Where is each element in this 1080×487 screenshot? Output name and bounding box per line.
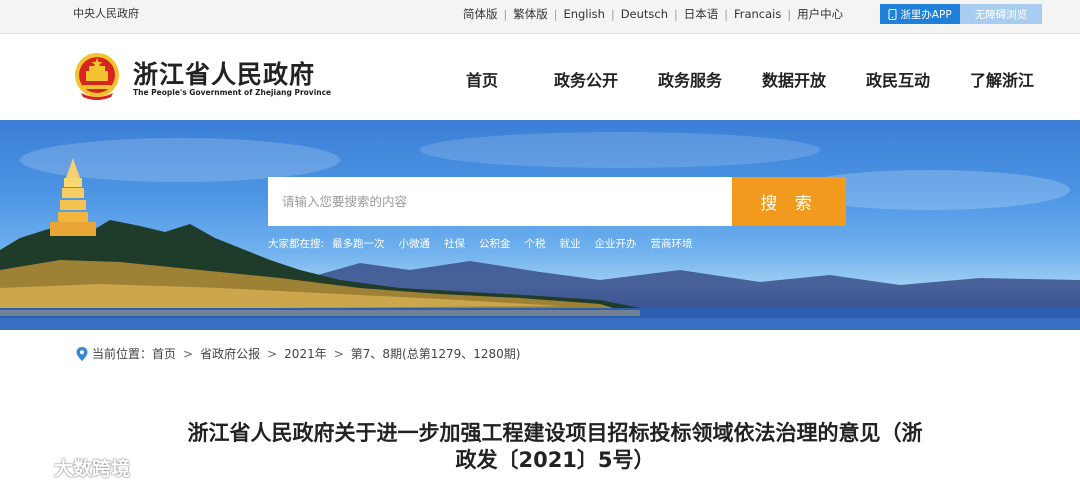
lang-english[interactable]: English [563,7,605,21]
nav-interaction[interactable]: 政民互动 [866,67,930,91]
breadcrumb-year[interactable]: 2021年 [284,345,327,362]
lang-traditional[interactable]: 繁体版 [513,6,548,22]
hot-search-link[interactable]: 就业 [560,236,581,251]
hot-search-link[interactable]: 企业开办 [595,236,637,251]
nav-about-zhejiang[interactable]: 了解浙江 [970,67,1034,91]
nav-government-affairs-disclosure[interactable]: 政务公开 [554,67,618,91]
hot-searches-label: 大家都在搜: [268,238,325,250]
nav-home[interactable]: 首页 [466,67,498,91]
hot-search-link[interactable]: 最多跑一次 [332,236,385,251]
hot-search-link[interactable]: 公积金 [479,236,511,251]
nav-open-data[interactable]: 数据开放 [762,67,826,91]
lang-francais[interactable]: Francais [734,7,781,21]
lang-japanese[interactable]: 日本语 [684,6,719,22]
search-button[interactable]: 搜 索 [732,177,846,226]
hot-search-link[interactable]: 个税 [525,236,546,251]
top-utility-bar: 中央人民政府 简体版 | 繁体版 | English | Deutsch | 日本语 | … [0,0,1080,34]
language-switcher: 简体版 | 繁体版 | English | Deutsch | 日本语 | Francai… [463,6,844,22]
user-center-link[interactable]: 用户中心 [797,6,843,22]
app-button-label: 浙里办APP [900,8,952,21]
site-header: 浙江省人民政府 The People's Government of Zheji… [0,34,1080,120]
hot-search-link[interactable]: 社保 [444,236,465,251]
site-subtitle: The People's Government of Zhejiang Prov… [133,88,332,97]
nav-government-services[interactable]: 政务服务 [658,67,722,91]
phone-icon [888,8,897,20]
accessibility-button[interactable]: 无障碍浏览 [960,4,1042,24]
lang-deutsch[interactable]: Deutsch [621,7,668,21]
watermark-text: 大数跨境 [54,458,131,480]
hot-search-link[interactable]: 小微通 [399,236,431,251]
breadcrumb-issue[interactable]: 第7、8期(总第1279、1280期) [351,345,521,362]
lang-simplified[interactable]: 简体版 [463,6,498,22]
site-title[interactable]: 浙江省人民政府 [133,55,315,91]
article-title-line-2: 政发〔2021〕5号） [455,448,655,472]
watermark: 大数跨境 [8,454,130,481]
zheliban-app-button[interactable]: 浙里办APP [880,4,960,24]
national-emblem-icon[interactable] [73,51,121,101]
breadcrumb: 当前位置： 首页 > 省政府公报 > 2021年 > 第7、8期(总第1279、… [76,345,521,362]
breadcrumb-gazette[interactable]: 省政府公报 [200,345,260,362]
breadcrumb-home[interactable]: 首页 [152,345,176,362]
breadcrumb-label: 当前位置： [92,347,153,361]
hero-banner: 搜 索 大家都在搜: 最多跑一次 小微通 社保 公积金 个税 就业 企业开办 营… [0,120,1080,330]
location-pin-icon [76,346,88,361]
search-input[interactable] [268,177,732,226]
accessibility-button-label: 无障碍浏览 [974,8,1028,21]
hot-searches: 大家都在搜: 最多跑一次 小微通 社保 公积金 个税 就业 企业开办 营商环境 [268,236,707,251]
article-title: 浙江省人民政府关于进一步加强工程建设项目招标投标领域依法治理的意见（浙 政发〔2… [150,420,960,474]
weibo-logo-icon [9,459,47,477]
hot-search-link[interactable]: 营商环境 [651,236,693,251]
article-title-line-1: 浙江省人民政府关于进一步加强工程建设项目招标投标领域依法治理的意见（浙 [187,421,923,445]
central-government-link[interactable]: 中央人民政府 [73,5,139,21]
